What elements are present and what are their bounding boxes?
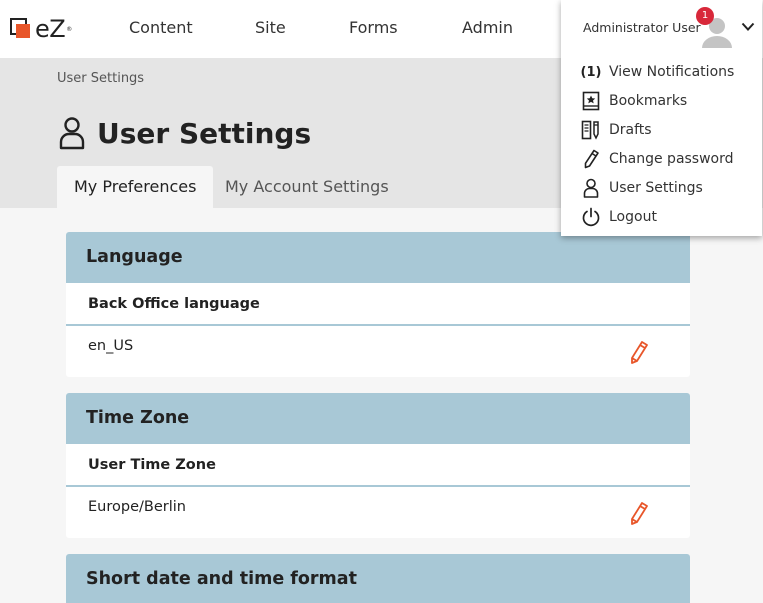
language-section: Language Back Office language en_US xyxy=(66,232,690,377)
ez-logo[interactable]: eZ ® xyxy=(10,14,72,44)
breadcrumb[interactable]: User Settings xyxy=(57,71,144,86)
nav-site[interactable]: Site xyxy=(255,18,286,37)
menu-item-user-settings[interactable]: User Settings xyxy=(581,177,703,199)
chevron-down-icon[interactable] xyxy=(741,22,755,32)
nav-content[interactable]: Content xyxy=(129,18,193,37)
menu-item-label: Drafts xyxy=(609,122,652,138)
tab-my-account-settings[interactable]: My Account Settings xyxy=(208,166,406,208)
user-name[interactable]: Administrator User xyxy=(583,20,701,35)
page-title: User Settings xyxy=(97,116,312,150)
menu-item-label: View Notifications xyxy=(609,64,735,80)
field-label: Back Office language xyxy=(66,283,690,326)
logo-text: eZ xyxy=(35,15,66,43)
menu-item-view-notifications[interactable]: (1) View Notifications xyxy=(580,61,735,83)
user-icon xyxy=(59,117,85,150)
menu-item-label: User Settings xyxy=(609,180,703,196)
user-menu-dropdown: Administrator User 1 (1) View Notificati… xyxy=(561,0,762,236)
logo-mark-icon xyxy=(10,18,32,40)
field-value: Europe/Berlin xyxy=(88,499,186,515)
edit-pencil-icon[interactable] xyxy=(628,500,650,526)
user-icon xyxy=(583,178,599,198)
section-title: Time Zone xyxy=(66,393,690,444)
bookmark-icon xyxy=(582,91,600,111)
notifications-count-icon: (1) xyxy=(580,64,602,80)
section-title: Language xyxy=(66,232,690,283)
field-label: User Time Zone xyxy=(66,444,690,487)
field-row: en_US xyxy=(66,326,690,376)
menu-item-label: Logout xyxy=(609,209,657,225)
notification-badge: 1 xyxy=(696,7,714,25)
nav-admin[interactable]: Admin xyxy=(462,18,513,37)
menu-item-label: Bookmarks xyxy=(609,93,688,109)
power-icon xyxy=(582,207,600,227)
field-value: en_US xyxy=(88,338,134,354)
menu-item-change-password[interactable]: Change password xyxy=(581,148,734,170)
time-zone-section: Time Zone User Time Zone Europe/Berlin xyxy=(66,393,690,538)
pencil-icon xyxy=(584,149,599,169)
section-title: Short date and time format xyxy=(66,554,690,603)
menu-item-label: Change password xyxy=(609,151,734,167)
menu-item-logout[interactable]: Logout xyxy=(581,206,657,228)
short-date-time-format-section: Short date and time format xyxy=(66,554,690,603)
nav-forms[interactable]: Forms xyxy=(349,18,398,37)
page-title-row: User Settings xyxy=(57,116,311,150)
tab-my-preferences[interactable]: My Preferences xyxy=(57,166,214,208)
logo-registered-mark: ® xyxy=(66,25,73,33)
field-row: Europe/Berlin xyxy=(66,487,690,537)
edit-pencil-icon[interactable] xyxy=(628,339,650,365)
menu-item-drafts[interactable]: Drafts xyxy=(581,119,652,141)
drafts-icon xyxy=(581,120,599,140)
menu-item-bookmarks[interactable]: Bookmarks xyxy=(581,90,687,112)
